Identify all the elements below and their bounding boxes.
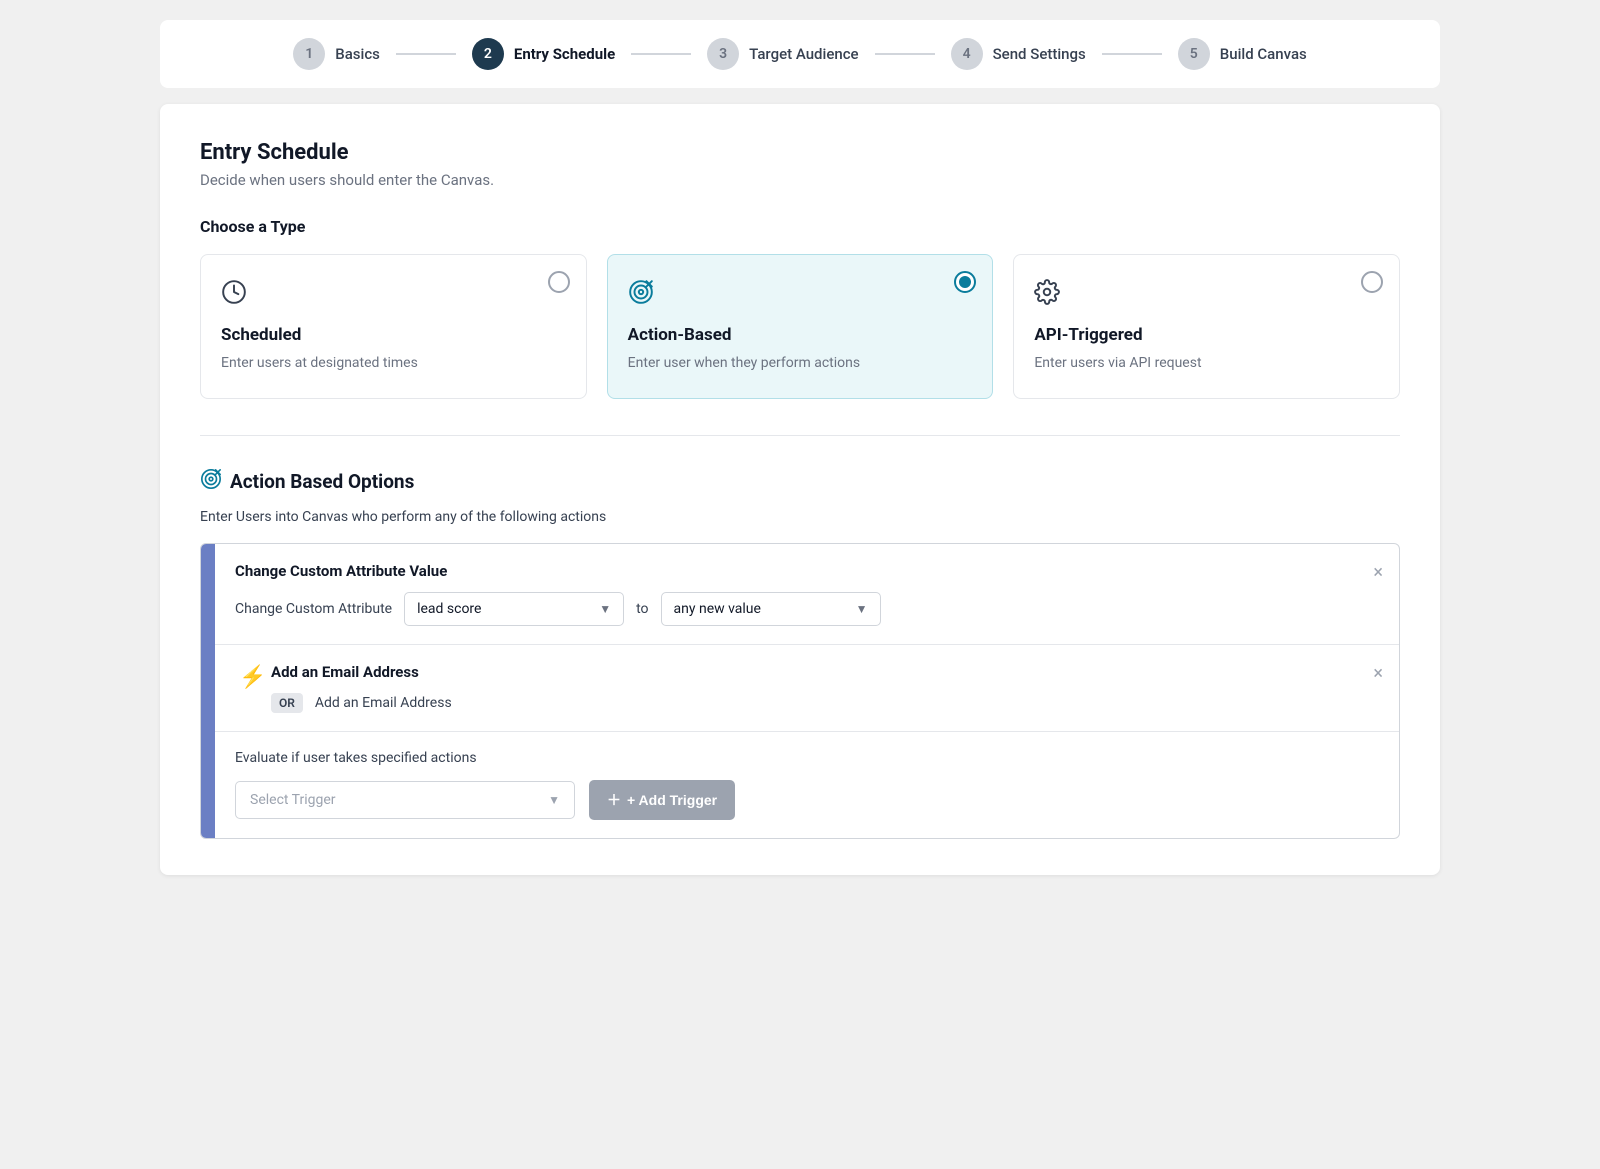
- type-card-desc-scheduled: Enter users at designated times: [221, 353, 566, 374]
- abo-title: Action Based Options: [200, 468, 1400, 495]
- type-card-desc-api-triggered: Enter users via API request: [1034, 353, 1379, 374]
- type-card-action-based[interactable]: Action-Based Enter user when they perfor…: [607, 254, 994, 399]
- step-num-2: 2: [472, 38, 504, 70]
- lead-score-value: lead score: [417, 601, 481, 617]
- page-subtitle: Decide when users should enter the Canva…: [200, 171, 1400, 189]
- action-row-1-content: Change Custom Attribute lead score ▼ to …: [235, 592, 1379, 626]
- gear-icon: [1034, 279, 1379, 311]
- main-card: Entry Schedule Decide when users should …: [160, 104, 1440, 875]
- action-row-2-title: Add an Email Address: [271, 663, 1379, 681]
- step-label-entry-schedule: Entry Schedule: [514, 45, 615, 63]
- action-row-trigger: Evaluate if user takes specified actions…: [215, 732, 1399, 838]
- step-target-audience[interactable]: 3 Target Audience: [707, 38, 858, 70]
- type-cards: Scheduled Enter users at designated time…: [200, 254, 1400, 399]
- change-custom-attr-label: Change Custom Attribute: [235, 601, 392, 617]
- step-divider-3: [875, 53, 935, 55]
- step-num-5: 5: [1178, 38, 1210, 70]
- action-row-1-close[interactable]: ×: [1373, 562, 1383, 583]
- any-new-value-dropdown[interactable]: any new value ▼: [661, 592, 881, 626]
- step-divider-2: [631, 53, 691, 55]
- entry-schedule-header: Entry Schedule Decide when users should …: [200, 140, 1400, 189]
- actions-rows: Change Custom Attribute Value Change Cus…: [215, 544, 1399, 838]
- add-email-label: Add an Email Address: [315, 695, 452, 711]
- add-trigger-label: + Add Trigger: [627, 792, 717, 808]
- lightning-icon: ⚡: [239, 665, 266, 690]
- step-divider-4: [1102, 53, 1162, 55]
- abo-target-icon: [200, 468, 222, 495]
- to-label: to: [636, 601, 648, 617]
- type-card-radio-api-triggered[interactable]: [1361, 271, 1383, 293]
- action-row-2-content: OR Add an Email Address: [271, 693, 1379, 713]
- type-card-name-api-triggered: API-Triggered: [1034, 325, 1379, 345]
- select-trigger-placeholder: Select Trigger: [250, 792, 336, 808]
- step-send-settings[interactable]: 4 Send Settings: [951, 38, 1086, 70]
- step-label-build-canvas: Build Canvas: [1220, 45, 1307, 63]
- abo-title-text: Action Based Options: [230, 470, 414, 493]
- step-num-3: 3: [707, 38, 739, 70]
- section-divider: [200, 435, 1400, 436]
- page-title: Entry Schedule: [200, 140, 1400, 165]
- target-icon: [628, 279, 973, 311]
- dropdown-arrow-value: ▼: [856, 602, 868, 616]
- lead-score-dropdown[interactable]: lead score ▼: [404, 592, 624, 626]
- type-card-desc-action-based: Enter user when they perform actions: [628, 353, 973, 374]
- step-basics[interactable]: 1 Basics: [293, 38, 380, 70]
- trigger-row: Select Trigger ▼ ＋ + Add Trigger: [235, 780, 1379, 820]
- type-card-radio-action-based[interactable]: [954, 271, 976, 293]
- type-card-scheduled[interactable]: Scheduled Enter users at designated time…: [200, 254, 587, 399]
- step-num-1: 1: [293, 38, 325, 70]
- actions-container: Change Custom Attribute Value Change Cus…: [200, 543, 1400, 839]
- add-trigger-plus-icon: ＋: [607, 790, 621, 810]
- choose-type-label: Choose a Type: [200, 217, 1400, 236]
- dropdown-arrow-lead-score: ▼: [599, 602, 611, 616]
- step-label-target-audience: Target Audience: [749, 45, 858, 63]
- type-card-radio-scheduled[interactable]: [548, 271, 570, 293]
- type-card-api-triggered[interactable]: API-Triggered Enter users via API reques…: [1013, 254, 1400, 399]
- step-divider-1: [396, 53, 456, 55]
- type-card-name-action-based: Action-Based: [628, 325, 973, 345]
- step-build-canvas[interactable]: 5 Build Canvas: [1178, 38, 1307, 70]
- step-label-basics: Basics: [335, 45, 380, 63]
- action-row-1-title: Change Custom Attribute Value: [235, 562, 1379, 580]
- type-card-name-scheduled: Scheduled: [221, 325, 566, 345]
- step-num-4: 4: [951, 38, 983, 70]
- trigger-dropdown-arrow: ▼: [548, 793, 560, 807]
- step-label-send-settings: Send Settings: [993, 45, 1086, 63]
- actions-left-bar: [201, 544, 215, 838]
- action-row-2-close[interactable]: ×: [1373, 663, 1383, 684]
- action-row-change-attribute: Change Custom Attribute Value Change Cus…: [215, 544, 1399, 645]
- add-trigger-button[interactable]: ＋ + Add Trigger: [589, 780, 735, 820]
- select-trigger-dropdown[interactable]: Select Trigger ▼: [235, 781, 575, 819]
- step-entry-schedule[interactable]: 2 Entry Schedule: [472, 38, 615, 70]
- abo-subtitle: Enter Users into Canvas who perform any …: [200, 509, 1400, 525]
- action-row-email: ⚡ Add an Email Address OR Add an Email A…: [215, 645, 1399, 732]
- evaluate-text: Evaluate if user takes specified actions: [235, 750, 1379, 766]
- stepper: 1 Basics 2 Entry Schedule 3 Target Audie…: [160, 20, 1440, 88]
- any-new-value-text: any new value: [674, 601, 761, 617]
- or-badge: OR: [271, 693, 303, 713]
- clock-icon: [221, 279, 566, 311]
